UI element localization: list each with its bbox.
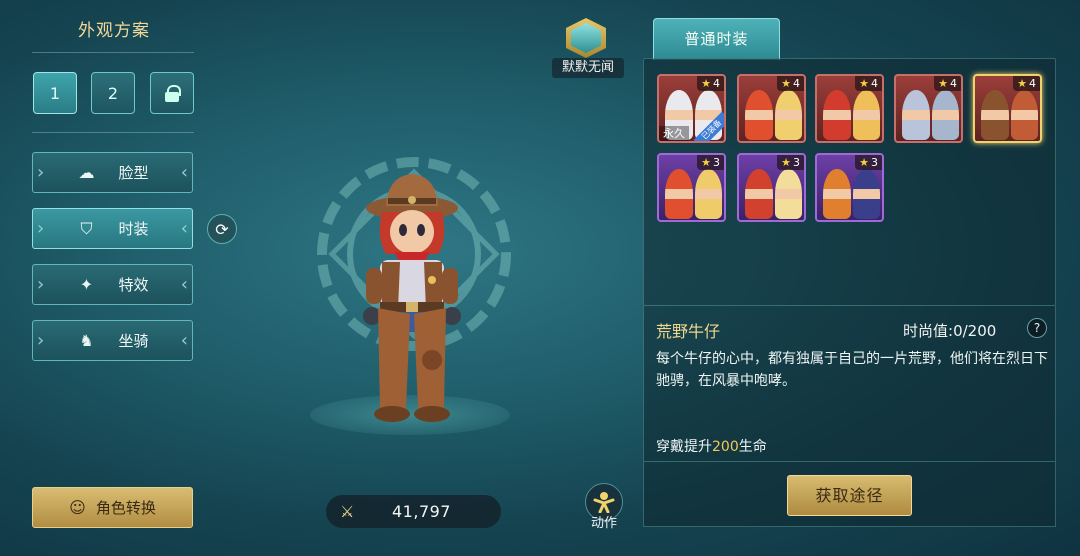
outfit-preview	[981, 90, 1038, 140]
outfit-card[interactable]: ★ 4	[737, 74, 806, 143]
star-icon: ★	[781, 156, 791, 169]
star-rating-badge: ★ 3	[855, 155, 882, 170]
outfit-card[interactable]: ★ 3	[815, 153, 884, 222]
title-medal-icon[interactable]	[566, 18, 606, 58]
bonus-prefix: 穿戴提升	[656, 439, 712, 455]
lock-icon	[165, 85, 181, 102]
action-pose-icon	[593, 492, 615, 513]
star-rating-badge: ★ 4	[697, 76, 724, 91]
outfit-card[interactable]: ★ 4 永久 已装备	[657, 74, 726, 143]
fashion-value-number: 0/200	[953, 322, 997, 340]
menu-label: 时装	[118, 220, 149, 238]
fashion-label-text: 时尚值:	[903, 322, 954, 340]
crossed-swords-icon: ⚔	[340, 501, 355, 521]
role-switch-button[interactable]: ☺ 角色转换	[32, 487, 193, 528]
divider	[32, 132, 194, 133]
mount-icon: ♞	[79, 330, 94, 350]
star-count: 3	[713, 156, 720, 169]
divider	[32, 52, 194, 53]
star-rating-badge: ★ 3	[777, 155, 804, 170]
star-count: 3	[793, 156, 800, 169]
star-count: 4	[793, 77, 800, 90]
star-icon: ★	[1017, 77, 1027, 90]
sparkle-icon: ✦	[79, 274, 94, 294]
permanent-tag: 永久	[659, 126, 689, 141]
star-icon: ★	[701, 156, 711, 169]
player-name: 默默无闻	[552, 58, 624, 78]
menu-label: 特效	[118, 276, 149, 294]
menu-outfit-button[interactable]: ⛉ 时装	[32, 208, 193, 249]
character-model[interactable]	[352, 168, 472, 424]
tab-normal-outfit[interactable]: 普通时装	[653, 18, 780, 60]
obtain-route-button[interactable]: 获取途径	[787, 475, 912, 516]
star-rating-badge: ★ 4	[855, 76, 882, 91]
star-count: 4	[713, 77, 720, 90]
combat-power-value: 41,797	[392, 502, 451, 521]
outfit-preview	[665, 169, 722, 219]
refresh-icon: ⟳	[215, 219, 229, 239]
star-rating-badge: ★ 4	[777, 76, 804, 91]
outfit-grid: ★ 4 永久 已装备 ★ 4 ★ 4 ★ 4 ★ 4 ★ 3 ★ 3 ★ 3	[643, 58, 1056, 306]
outfit-preview	[823, 169, 880, 219]
role-switch-label: 角色转换	[95, 499, 156, 517]
menu-effect-button[interactable]: ✦ 特效	[32, 264, 193, 305]
bonus-suffix: 生命	[738, 439, 767, 455]
outfit-preview	[823, 90, 880, 140]
star-icon: ★	[781, 77, 791, 90]
star-icon: ★	[859, 156, 869, 169]
star-rating-badge: ★ 4	[934, 76, 961, 91]
outfit-preview	[902, 90, 959, 140]
menu-label: 脸型	[118, 164, 149, 182]
outfit-preview	[745, 169, 802, 219]
outfit-icon: ⛉	[80, 218, 93, 238]
appearance-scheme-panel: 外观方案 1 2 ☁ 脸型 ⛉ 时装 ✦ 特效 ♞ 坐骑 ☺ 角色转换	[0, 0, 215, 556]
star-count: 3	[871, 156, 878, 169]
star-icon: ★	[701, 77, 711, 90]
role-switch-icon: ☺	[69, 498, 86, 517]
face-icon: ☁	[78, 162, 95, 182]
fashion-value: 时尚值:0/200	[903, 320, 996, 341]
refresh-outfit-button[interactable]: ⟳	[207, 214, 237, 244]
scheme-2-button[interactable]: 2	[91, 72, 135, 114]
outfit-info-panel: 荒野牛仔 时尚值:0/200 ? 每个牛仔的心中，都有独属于自己的一片荒野，他们…	[643, 306, 1056, 462]
star-rating-badge: ★ 4	[1013, 76, 1040, 91]
star-count: 4	[950, 77, 957, 90]
outfit-bonus: 穿戴提升200生命	[656, 436, 767, 456]
star-count: 4	[871, 77, 878, 90]
outfit-card[interactable]: ★ 3	[737, 153, 806, 222]
bonus-value: 200	[712, 439, 739, 455]
action-label: 动作	[590, 516, 617, 531]
outfit-card[interactable]: ★ 3	[657, 153, 726, 222]
outfit-card[interactable]: ★ 4	[894, 74, 963, 143]
star-count: 4	[1029, 77, 1036, 90]
star-icon: ★	[938, 77, 948, 90]
outfit-preview	[745, 90, 802, 140]
help-icon[interactable]: ?	[1027, 318, 1047, 338]
star-icon: ★	[859, 77, 869, 90]
panel-title: 外观方案	[78, 21, 150, 41]
locked-scheme-button[interactable]	[150, 72, 194, 114]
outfit-card[interactable]: ★ 4	[973, 74, 1042, 143]
menu-mount-button[interactable]: ♞ 坐骑	[32, 320, 193, 361]
star-rating-badge: ★ 3	[697, 155, 724, 170]
outfit-card[interactable]: ★ 4	[815, 74, 884, 143]
menu-label: 坐骑	[118, 332, 149, 350]
scheme-1-button[interactable]: 1	[33, 72, 77, 114]
menu-face-button[interactable]: ☁ 脸型	[32, 152, 193, 193]
outfit-name: 荒野牛仔	[656, 322, 721, 341]
combat-power-bar: ⚔ 41,797	[326, 495, 501, 528]
outfit-description: 每个牛仔的心中，都有独属于自己的一片荒野，他们将在烈日下驰骋，在风暴中咆哮。	[656, 351, 1048, 389]
